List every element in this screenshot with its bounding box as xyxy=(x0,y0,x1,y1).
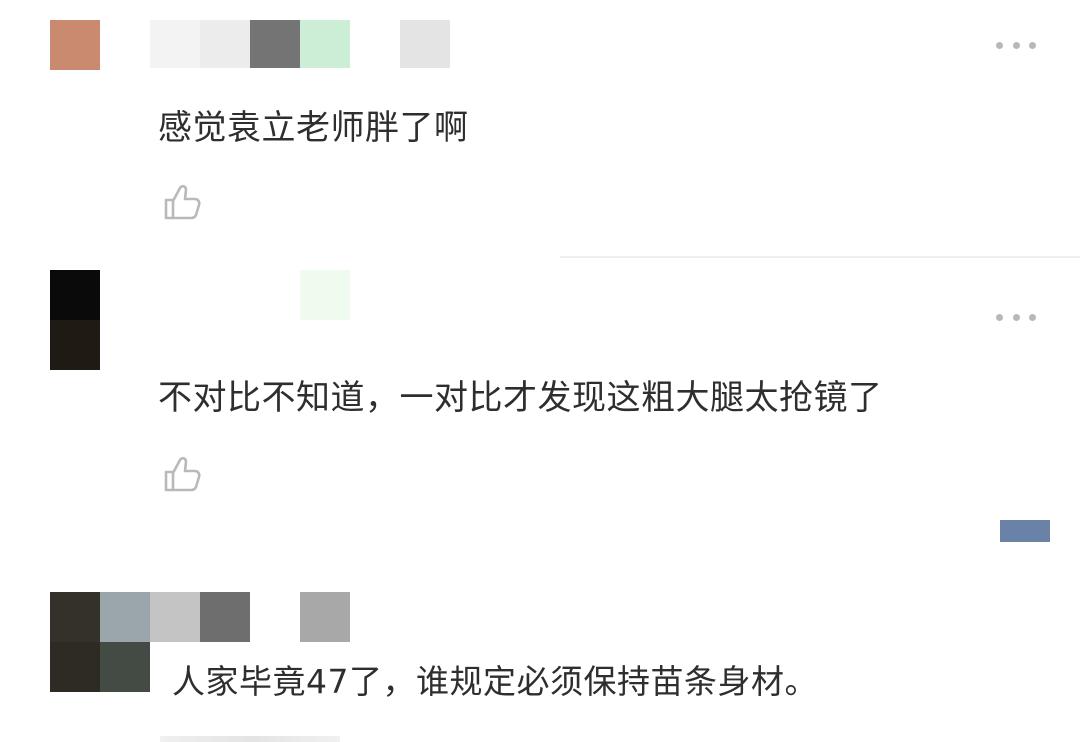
comment-item: 人家毕竟47了，谁规定必须保持苗条身材。 xyxy=(0,556,1080,742)
username-pixelated[interactable] xyxy=(300,270,350,320)
username-pixelated[interactable] xyxy=(150,20,450,68)
comment-item: 不对比不知道，一对比才发现这粗大腿太抢镜了 xyxy=(0,256,1080,556)
clipped-meta xyxy=(160,736,340,742)
more-horizontal-icon[interactable] xyxy=(996,312,1036,322)
pixelated-tag xyxy=(1000,520,1050,542)
avatar[interactable] xyxy=(50,592,150,692)
more-horizontal-icon[interactable] xyxy=(996,40,1036,50)
avatar[interactable] xyxy=(50,270,100,370)
thumbs-up-icon[interactable] xyxy=(160,180,204,224)
thumbs-up-icon[interactable] xyxy=(160,452,204,496)
comment-list: 感觉袁立老师胖了啊 不对比不知道，一对比才发现这粗大腿太抢镜了 人家毕竟47了，… xyxy=(0,0,1080,742)
username-pixelated[interactable] xyxy=(150,592,350,642)
comment-text: 不对比不知道，一对比才发现这粗大腿太抢镜了 xyxy=(158,378,883,418)
avatar[interactable] xyxy=(50,20,100,70)
comment-text: 人家毕竟47了，谁规定必须保持苗条身材。 xyxy=(172,662,818,701)
comment-item: 感觉袁立老师胖了啊 xyxy=(0,0,1080,256)
comment-text: 感觉袁立老师胖了啊 xyxy=(158,108,469,148)
